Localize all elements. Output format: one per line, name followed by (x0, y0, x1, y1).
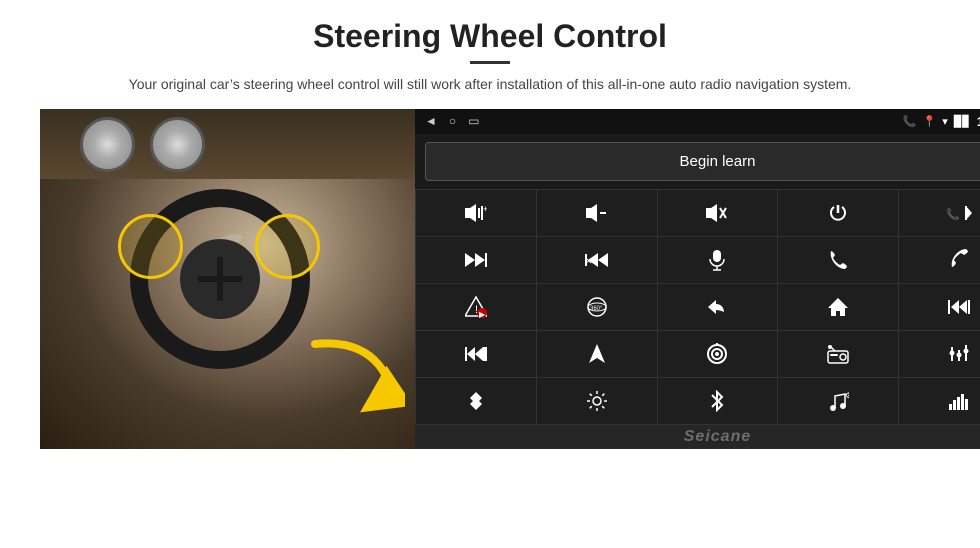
next-track-button[interactable] (416, 237, 536, 283)
phone-prev-button[interactable]: 📞 (899, 190, 980, 236)
svg-text:📞: 📞 (946, 207, 960, 221)
home-nav-icon[interactable]: ○ (449, 114, 456, 128)
navigation-button[interactable] (537, 331, 657, 377)
wifi-icon: ▾ (942, 115, 948, 128)
car-background (40, 109, 415, 449)
mic-button[interactable] (658, 237, 778, 283)
music-button[interactable]: ⚙ (778, 378, 898, 424)
subtitle-text: Your original car’s steering wheel contr… (129, 74, 852, 95)
spoke-vertical (217, 257, 223, 301)
alert-button[interactable]: ! ▶ (416, 284, 536, 330)
mute-button[interactable]: × (658, 190, 778, 236)
360-view-button[interactable]: 360° (537, 284, 657, 330)
signal-icon: ▉▊ (954, 115, 971, 128)
status-bar: ◄ ○ ▭ 📞 📍 ▾ ▉▊ 15:52 (415, 109, 980, 134)
back-nav-icon[interactable]: ◄ (425, 114, 437, 128)
status-right: 📞 📍 ▾ ▉▊ 15:52 (903, 114, 980, 129)
fast-next-button[interactable] (416, 331, 536, 377)
radio-button[interactable] (778, 331, 898, 377)
spectrum-button[interactable] (899, 378, 980, 424)
gauge-left (80, 117, 135, 172)
mic2-button[interactable] (416, 378, 536, 424)
svg-text:⚙: ⚙ (845, 391, 849, 400)
dashboard (40, 109, 415, 179)
seicane-watermark: Seicane (684, 428, 751, 446)
page-title: Steering Wheel Control (313, 18, 667, 55)
power-button[interactable] (778, 190, 898, 236)
wheel-hub (180, 239, 260, 319)
svg-text:✕: ✕ (585, 256, 593, 266)
vol-up-button[interactable]: + (416, 190, 536, 236)
prev-prev-button[interactable] (899, 284, 980, 330)
source-button[interactable] (658, 331, 778, 377)
title-divider (470, 61, 510, 64)
eq-button[interactable] (899, 331, 980, 377)
home-button[interactable] (778, 284, 898, 330)
content-row: ◄ ○ ▭ 📞 📍 ▾ ▉▊ 15:52 Begin learn (40, 109, 940, 449)
back-button[interactable] (658, 284, 778, 330)
bottom-bar: Seicane ⚙ (415, 425, 980, 450)
settings-button[interactable] (537, 378, 657, 424)
android-head-unit: ◄ ○ ▭ 📞 📍 ▾ ▉▊ 15:52 Begin learn (415, 109, 980, 449)
svg-text:360°: 360° (590, 306, 603, 312)
call-button[interactable] (778, 237, 898, 283)
vol-down-button[interactable] (537, 190, 657, 236)
gauge-right (150, 117, 205, 172)
bluetooth-button[interactable] (658, 378, 778, 424)
phone-icon: 📞 (903, 115, 917, 128)
page-container: Steering Wheel Control Your original car… (0, 0, 980, 548)
svg-text:×: × (721, 211, 725, 218)
arrow-container (305, 334, 405, 419)
begin-learn-row: Begin learn (415, 134, 980, 189)
control-grid: + × (415, 189, 980, 425)
location-icon: 📍 (923, 115, 937, 128)
highlight-left-buttons (118, 214, 183, 279)
highlight-right-buttons (255, 214, 320, 279)
svg-text:+: + (483, 204, 487, 214)
yellow-arrow-icon (305, 334, 405, 414)
hang-up-button[interactable] (899, 237, 980, 283)
car-image (40, 109, 415, 449)
svg-text:▶: ▶ (479, 310, 486, 318)
nav-icons: ◄ ○ ▭ (425, 114, 479, 128)
begin-learn-button[interactable]: Begin learn (425, 142, 980, 181)
fast-fwd-prev-button[interactable]: ✕ (537, 237, 657, 283)
recents-nav-icon[interactable]: ▭ (468, 114, 479, 128)
